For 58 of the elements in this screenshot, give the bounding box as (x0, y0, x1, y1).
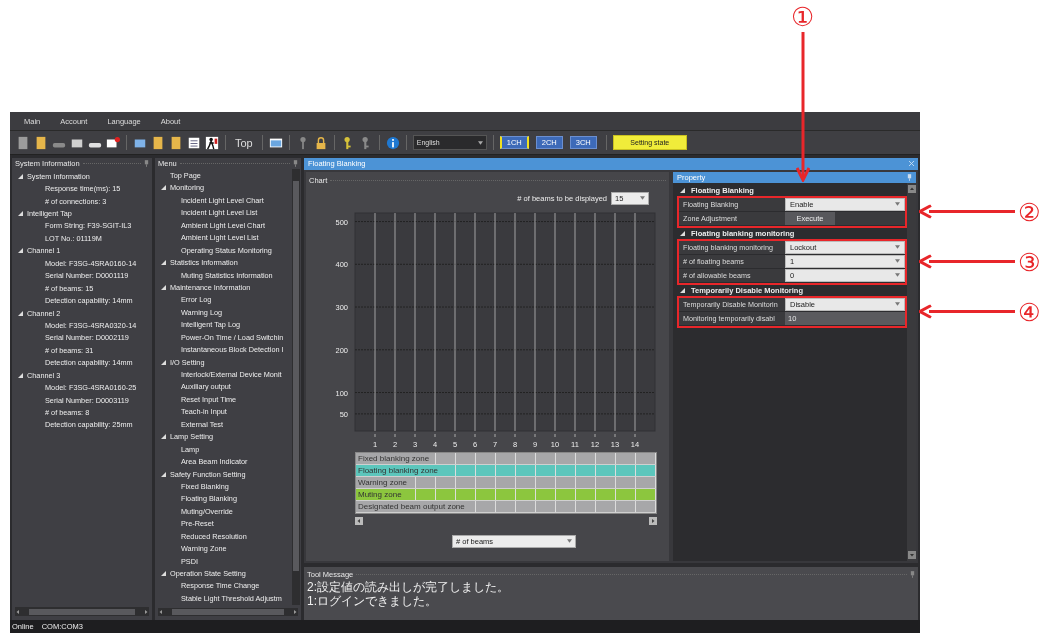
caret-icon (895, 259, 900, 264)
scroll-up-button[interactable] (907, 184, 916, 193)
pin-icon[interactable] (293, 159, 298, 167)
folder-icon[interactable] (151, 135, 165, 150)
message-line: 1:ログインできました。 (306, 593, 438, 608)
pin-icon[interactable] (144, 160, 149, 167)
horizontal-scrollbar[interactable] (158, 607, 298, 616)
caret-icon (895, 302, 900, 307)
horizontal-scrollbar[interactable] (15, 607, 149, 616)
expand-icon[interactable] (680, 230, 685, 236)
expand-icon[interactable] (18, 173, 23, 179)
expand-icon[interactable] (161, 471, 166, 477)
caret-icon (895, 273, 900, 278)
zone-label: Fixed blanking zone (356, 452, 432, 464)
list-icon[interactable] (187, 135, 201, 150)
vertical-scrollbar[interactable] (907, 182, 916, 561)
expand-icon[interactable] (161, 571, 166, 576)
callout-number: ① (791, 4, 815, 30)
pin-icon[interactable] (910, 570, 915, 578)
callout-number: ③ (1018, 249, 1041, 275)
vertical-scrollbar[interactable] (292, 169, 300, 605)
expand-icon[interactable] (680, 287, 685, 293)
scroll-right-button[interactable] (649, 516, 657, 525)
caret-icon (640, 196, 645, 201)
expand-icon[interactable] (161, 434, 166, 440)
zone-label: Muting zone (356, 488, 404, 500)
caret-icon (567, 539, 572, 544)
scroll-left-icon[interactable] (158, 608, 164, 615)
scroll-right-icon[interactable] (292, 608, 298, 615)
folder-icon[interactable] (169, 135, 183, 150)
folder-icon[interactable] (34, 135, 48, 150)
mail-icon[interactable] (106, 135, 120, 150)
expand-icon[interactable] (680, 187, 685, 193)
caret-icon (477, 140, 483, 145)
top-button[interactable]: Top (232, 136, 256, 149)
zone-label: Warning zone (356, 476, 410, 488)
callout-number: ② (1018, 199, 1041, 225)
expand-icon[interactable] (18, 372, 23, 378)
scroll-down-button[interactable] (907, 550, 916, 559)
caret-icon (895, 202, 900, 207)
expand-icon[interactable] (161, 185, 166, 191)
expand-icon[interactable] (161, 260, 166, 266)
zone-label: Designated beam output zone (356, 500, 467, 512)
person-icon[interactable] (205, 135, 219, 150)
message-line: 2:設定値の読み出しが完了しました。 (306, 579, 510, 594)
document-icon[interactable] (16, 135, 30, 150)
callout-number: ④ (1018, 299, 1041, 325)
expand-icon[interactable] (18, 211, 23, 217)
caret-icon (895, 245, 900, 250)
info-icon[interactable] (385, 135, 400, 150)
expand-icon[interactable] (161, 284, 166, 290)
zone-label: Floating blanking zone (356, 464, 441, 476)
expand-icon[interactable] (18, 310, 23, 316)
scroll-right-icon[interactable] (143, 608, 149, 615)
expand-icon[interactable] (161, 359, 166, 365)
scroll-left-icon[interactable] (15, 608, 21, 615)
scroll-left-button[interactable] (355, 516, 363, 525)
expand-icon[interactable] (18, 248, 23, 254)
